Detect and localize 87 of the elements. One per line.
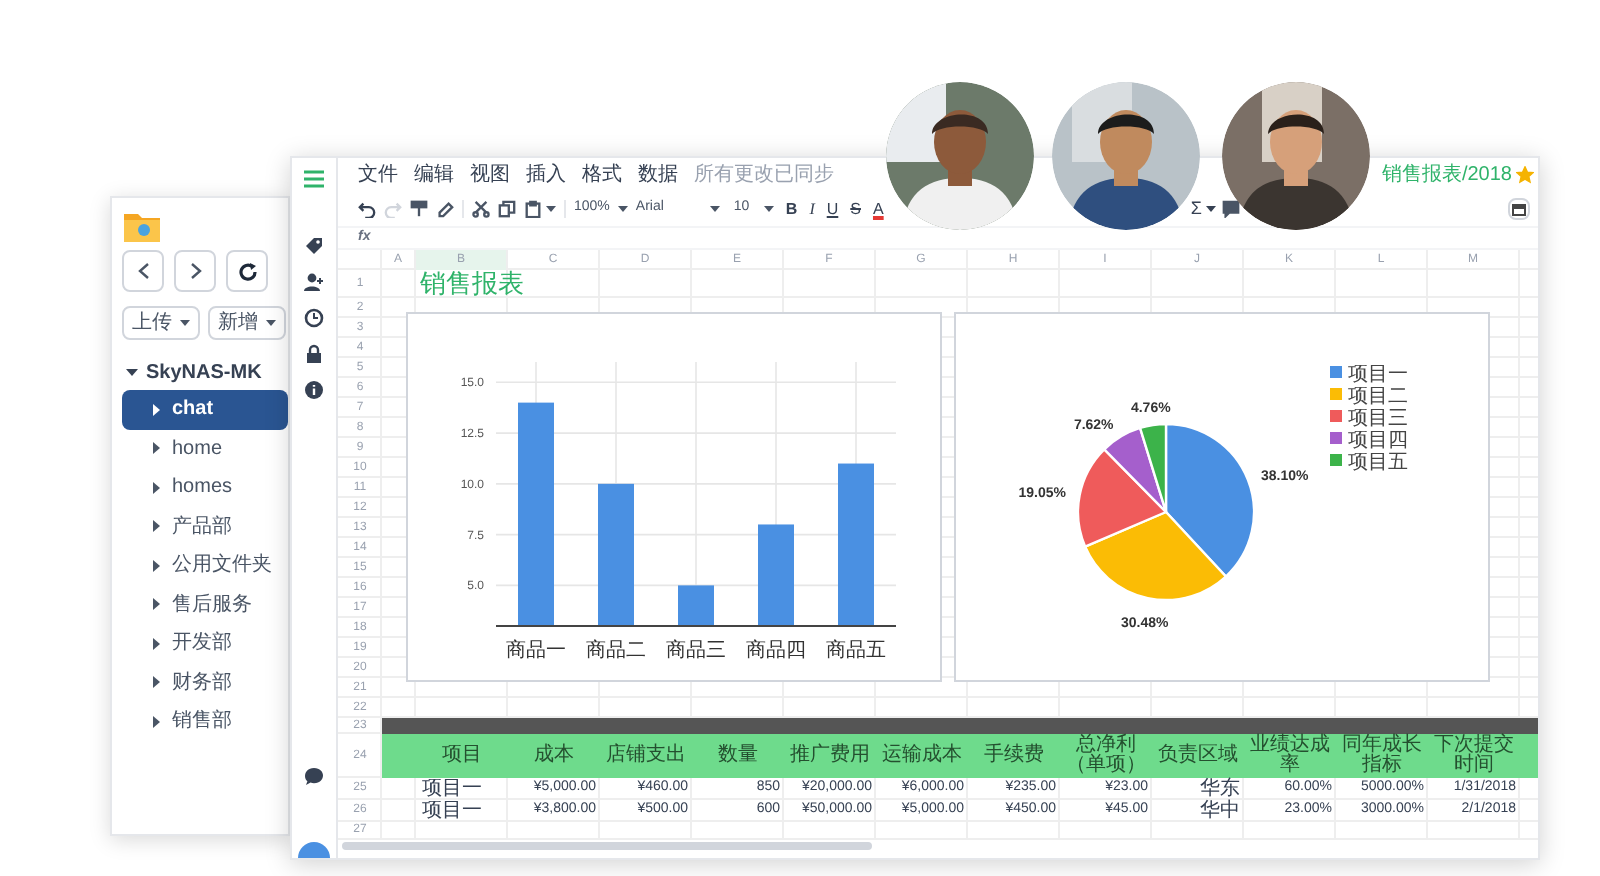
copy-icon[interactable] bbox=[498, 200, 516, 218]
column-header: 同年成长指标 bbox=[1340, 734, 1424, 778]
column-header: 手续费 bbox=[982, 741, 1046, 770]
chevron-left-icon bbox=[137, 262, 149, 280]
caret-icon bbox=[709, 206, 720, 212]
table-cell-text: 项目一 bbox=[420, 778, 484, 800]
category-label: 商品五 bbox=[826, 640, 886, 662]
tree-item[interactable]: 开发部 bbox=[122, 624, 288, 663]
sheet-title: 销售报表 bbox=[420, 270, 524, 298]
caret-icon bbox=[266, 320, 276, 326]
star-icon[interactable] bbox=[1516, 166, 1534, 184]
strikethrough-button[interactable]: S bbox=[850, 201, 861, 217]
document-title: 销售报表/2018 bbox=[1381, 161, 1512, 190]
clipboard-icon[interactable] bbox=[524, 200, 542, 218]
legend-label: 项目二 bbox=[1348, 386, 1408, 408]
forward-button[interactable] bbox=[174, 250, 216, 292]
caret-icon bbox=[546, 206, 556, 212]
menu-item[interactable]: 格式 bbox=[582, 165, 622, 185]
tree-item[interactable]: 公用文件夹 bbox=[122, 546, 288, 585]
dropdown-button[interactable]: 新增 bbox=[208, 306, 286, 340]
text-color-button[interactable]: A bbox=[872, 201, 884, 217]
tree-item[interactable]: 销售部 bbox=[122, 702, 288, 741]
bar bbox=[758, 524, 794, 626]
category-label: 商品二 bbox=[586, 640, 646, 662]
bold-button[interactable]: B bbox=[785, 201, 798, 217]
table-cell-text: 华东 bbox=[1198, 778, 1242, 800]
tree-item[interactable]: 财务部 bbox=[122, 663, 288, 702]
legend-label: 项目一 bbox=[1348, 364, 1408, 386]
column-header: 总净利（单项） bbox=[1064, 734, 1148, 778]
tag-icon[interactable] bbox=[304, 236, 324, 256]
sync-status: 所有更改已同步 bbox=[694, 161, 834, 190]
menu-icon[interactable] bbox=[304, 170, 324, 188]
column-header: 下次提交时间 bbox=[1432, 734, 1516, 778]
column-header: 推广费用 bbox=[788, 741, 872, 770]
user-add-icon[interactable] bbox=[304, 272, 324, 292]
column-header: 业绩达成率 bbox=[1248, 734, 1332, 778]
table-cell-text: 华中 bbox=[1198, 800, 1242, 822]
legend-label: 项目三 bbox=[1348, 408, 1408, 430]
refresh-button[interactable] bbox=[226, 250, 268, 292]
menu-item[interactable]: 插入 bbox=[526, 165, 566, 185]
tree-item[interactable]: homes bbox=[122, 468, 288, 507]
lock-icon[interactable] bbox=[304, 344, 324, 364]
legend-label: 项目四 bbox=[1348, 430, 1408, 452]
caret-icon bbox=[763, 206, 774, 212]
comment-icon[interactable] bbox=[1222, 200, 1240, 218]
caret-icon bbox=[1206, 206, 1216, 212]
caret-icon bbox=[180, 320, 190, 326]
bar bbox=[678, 585, 714, 626]
tree-item[interactable]: SkyNAS-MK bbox=[122, 354, 288, 390]
panel-toggle-button[interactable] bbox=[1508, 198, 1530, 220]
column-header: 店铺支出 bbox=[604, 741, 688, 770]
chat-icon[interactable] bbox=[304, 766, 324, 786]
info-icon[interactable] bbox=[304, 380, 324, 400]
menu-item[interactable]: 文件 bbox=[358, 165, 398, 185]
tree-item[interactable]: home bbox=[122, 429, 288, 468]
column-header: 负责区域 bbox=[1156, 741, 1240, 770]
menu-item[interactable]: 编辑 bbox=[414, 165, 454, 185]
category-label: 商品一 bbox=[506, 640, 566, 662]
folder-icon bbox=[122, 210, 162, 244]
menu-item[interactable]: 视图 bbox=[470, 165, 510, 185]
tree-item[interactable]: 产品部 bbox=[122, 507, 288, 546]
legend-label: 项目五 bbox=[1348, 452, 1408, 474]
underline-button[interactable]: U bbox=[826, 201, 839, 217]
clock-icon[interactable] bbox=[304, 308, 324, 328]
caret-icon bbox=[617, 206, 628, 212]
italic-button[interactable]: I bbox=[809, 201, 815, 217]
column-header: 数量 bbox=[716, 742, 760, 770]
back-button[interactable] bbox=[122, 250, 164, 292]
column-header: 项目 bbox=[440, 742, 484, 770]
tree-item[interactable]: chat bbox=[122, 390, 288, 429]
chevron-right-icon bbox=[189, 262, 201, 280]
panel-icon bbox=[1512, 203, 1526, 215]
table-cell-text: 项目一 bbox=[420, 800, 484, 822]
refresh-icon bbox=[237, 261, 257, 281]
bar bbox=[598, 483, 634, 626]
category-label: 商品四 bbox=[746, 640, 806, 662]
undo-icon[interactable] bbox=[358, 200, 376, 218]
tree-item[interactable]: 售后服务 bbox=[122, 585, 288, 624]
cut-icon[interactable] bbox=[472, 200, 490, 218]
category-label: 商品三 bbox=[666, 640, 726, 662]
sum-button[interactable]: Σ bbox=[1190, 195, 1216, 223]
column-header: 成本 bbox=[532, 741, 576, 770]
paint-roller-icon[interactable] bbox=[410, 200, 428, 218]
dropdown-button[interactable]: 上传 bbox=[122, 306, 200, 340]
menu-item[interactable]: 数据 bbox=[638, 165, 678, 185]
column-header: 运输成本 bbox=[880, 741, 964, 770]
eraser-icon[interactable] bbox=[436, 200, 454, 218]
